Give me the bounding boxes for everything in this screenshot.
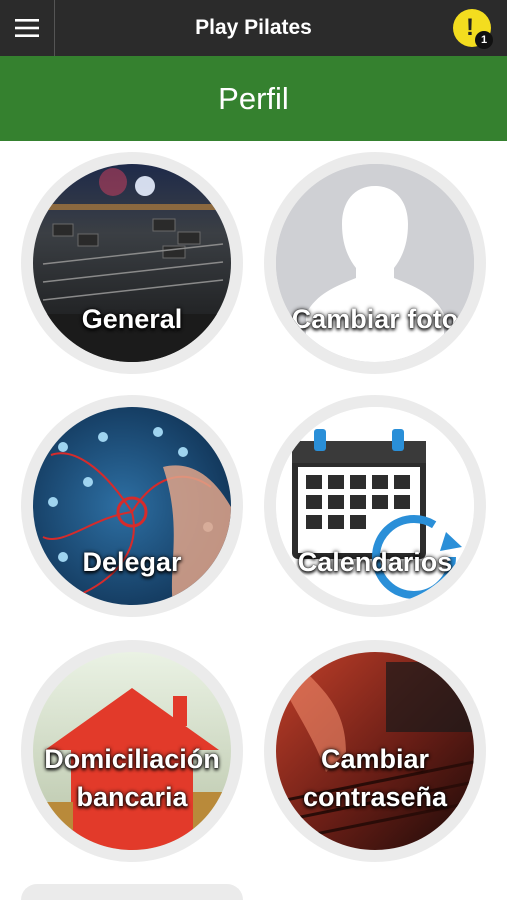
cambiar-foto-image: Cambiar foto — [276, 164, 474, 362]
page-header: Perfil — [0, 56, 507, 141]
tile-calendarios-label: Calendarios — [297, 547, 453, 577]
menu-button[interactable] — [0, 0, 55, 56]
tile-domiciliacion-label-line2: bancaria — [76, 782, 188, 812]
cambiar-contrasena-image: Cambiar contraseña — [276, 652, 474, 850]
top-bar: Play Pilates ! 1 — [0, 0, 507, 56]
tile-domiciliacion-bancaria[interactable]: Domiciliación bancaria — [21, 640, 243, 862]
general-image: General — [33, 164, 231, 362]
tile-cambiar-contrasena[interactable]: Cambiar contraseña — [264, 640, 486, 862]
tile-general-label: General — [81, 304, 183, 334]
tile-calendarios[interactable]: Calendarios — [264, 395, 486, 617]
tile-cambiar-foto-label: Cambiar foto — [291, 304, 459, 334]
tile-cambiar-contrasena-label-line1: Cambiar — [320, 744, 430, 774]
notification-count-badge: 1 — [475, 31, 493, 49]
tile-delegar-label: Delegar — [82, 547, 182, 577]
notifications-button[interactable]: ! 1 — [453, 9, 493, 49]
tile-partial-next[interactable] — [21, 884, 243, 900]
tile-delegar[interactable]: Delegar — [21, 395, 243, 617]
tile-cambiar-contrasena-label-line2: contraseña — [302, 782, 448, 812]
page-title: Perfil — [218, 81, 289, 116]
domiciliacion-image: Domiciliación bancaria — [33, 652, 231, 850]
delegar-image: Delegar — [33, 407, 231, 605]
hamburger-icon — [15, 19, 39, 37]
tile-cambiar-foto[interactable]: Cambiar foto — [264, 152, 486, 374]
calendarios-image: Calendarios — [276, 407, 474, 605]
tile-domiciliacion-label-line1: Domiciliación — [44, 744, 220, 774]
app-title: Play Pilates — [195, 16, 312, 39]
tile-general[interactable]: General — [21, 152, 243, 374]
